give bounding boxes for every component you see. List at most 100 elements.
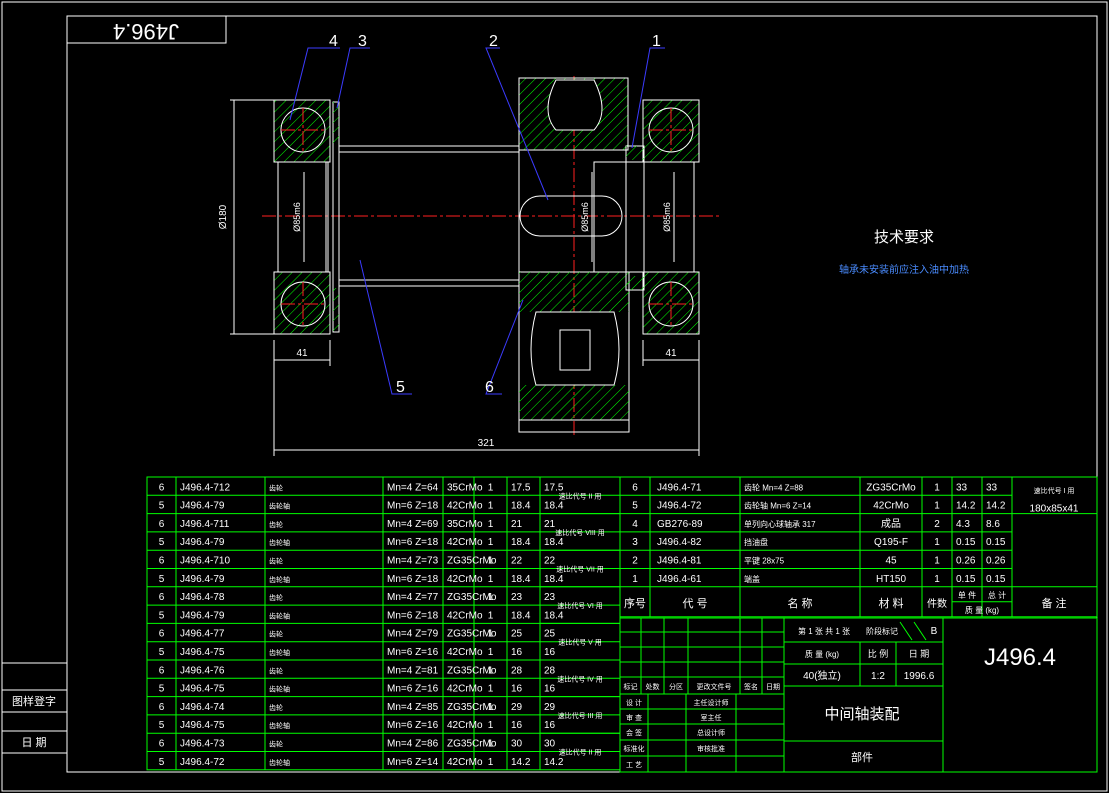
dim-shaft-left: Ø85m6: [292, 202, 302, 232]
parts-header-remark: 备 注: [1041, 596, 1066, 610]
part-cell-code: J496.4-72: [657, 501, 702, 512]
variant-cell-material: 42CrMo: [447, 537, 483, 548]
variant-cell-param: Mn=6 Z=16: [387, 720, 439, 731]
signature-left: 审 查: [626, 713, 642, 722]
part-cell-qty: 1: [934, 574, 940, 585]
tech-req-heading: 技术要求: [874, 229, 934, 246]
part-cell-qty: 1: [934, 556, 940, 567]
right-bearing-bottom: [642, 271, 700, 335]
dim-outer-diameter: Ø180: [218, 204, 229, 229]
variant-cell-code: J496.4-75: [180, 647, 225, 658]
variant-cell-code: J496.4-710: [180, 556, 230, 567]
variant-cell-name: 齿轮轴: [269, 538, 290, 547]
parts-header-unit: 单 件: [958, 590, 976, 600]
part-cell-no: 2: [632, 556, 638, 567]
variant-cell-unit: 18.4: [511, 501, 531, 512]
variant-cell-name: 齿轮: [269, 740, 283, 749]
part-cell-name: 齿轮 Mn=4 Z=88: [744, 482, 804, 492]
signature-right: 审核批准: [697, 744, 725, 753]
parts-header-material: 材 料: [878, 596, 903, 610]
part-cell-unit: 0.26: [956, 556, 976, 567]
variant-cell-code: J496.4-74: [180, 702, 225, 713]
variant-cell-no: 5: [159, 684, 165, 695]
parts-header-total: 总 计: [988, 590, 1006, 600]
rev-header: 签名: [744, 682, 758, 691]
part-cell-total: 8.6: [986, 519, 1000, 530]
part-cell-total: 0.26: [986, 556, 1006, 567]
variant-cell-unit: 22: [511, 556, 523, 567]
title-sheet: 第 1 张 共 1 张: [798, 626, 850, 636]
variant-group-label: 速比代号 V 用: [558, 638, 602, 647]
title-weight-value: 40(独立): [803, 669, 841, 682]
variant-cell-no: 5: [159, 610, 165, 621]
variant-group-label: 速比代号 VII 用: [556, 565, 603, 574]
variant-cell-qty: 1: [488, 501, 494, 512]
left-bearing-top: [273, 99, 331, 163]
variant-cell-unit: 21: [511, 519, 523, 530]
variant-table: 6 J496.4-712 齿轮 Mn=4 Z=64 35CrMo 1 17.5 17.5 5 J4…: [146, 476, 621, 771]
part-cell-name: 单列向心球轴承 317: [744, 519, 816, 529]
part-cell-qty: 1: [934, 482, 940, 493]
parts-remark-label: 速比代号 I 用: [1034, 486, 1075, 495]
variant-cell-total: 18.4: [544, 537, 564, 548]
variant-cell-unit: 28: [511, 665, 523, 676]
part-cell-name: 齿轮轴 Mn=6 Z=14: [744, 501, 812, 511]
tech-req-note: 轴承未安装前应注入油中加热: [839, 263, 969, 276]
side-label-1: 图样登字: [12, 694, 56, 708]
signature-left: 工 艺: [626, 761, 642, 769]
variant-cell-total: 22: [544, 556, 556, 567]
variant-cell-no: 5: [159, 757, 165, 768]
part-cell-no: 3: [632, 537, 638, 548]
variant-cell-no: 6: [159, 482, 165, 493]
part-cell-total: 14.2: [986, 501, 1006, 512]
part-cell-no: 1: [632, 574, 638, 585]
part-cell-unit: 0.15: [956, 537, 976, 548]
part-cell-name: 平键 28x75: [744, 556, 785, 566]
variant-cell-name: 齿轮轴: [269, 611, 290, 620]
signature-left: 标准化: [624, 744, 645, 753]
title-subtitle: 部件: [851, 750, 873, 764]
part-cell-material: 42CrMo: [873, 501, 909, 512]
part-cell-total: 0.15: [986, 574, 1006, 585]
variant-cell-material: 42CrMo: [447, 757, 483, 768]
variant-group-label: 速比代号 IV 用: [557, 674, 603, 683]
variant-cell-param: Mn=4 Z=81: [387, 665, 439, 676]
variant-cell-param: Mn=4 Z=77: [387, 592, 439, 603]
variant-cell-name: 齿轮轴: [269, 721, 290, 730]
variant-cell-unit: 16: [511, 684, 523, 695]
variant-cell-total: 16: [544, 647, 556, 658]
variant-cell-material: 35CrMo: [447, 519, 483, 530]
variant-cell-material: 35CrMo: [447, 482, 483, 493]
variant-cell-param: Mn=4 Z=79: [387, 629, 439, 640]
dim-shaft-right: Ø85m6: [662, 202, 672, 232]
variant-cell-name: 齿轮: [269, 703, 283, 712]
balloon-3: 3: [358, 33, 367, 50]
variant-cell-no: 6: [159, 702, 165, 713]
signature-right: 总设计师: [697, 728, 725, 737]
variant-group-label: 速比代号 III 用: [558, 711, 603, 720]
variant-cell-param: Mn=6 Z=16: [387, 647, 439, 658]
part-cell-qty: 2: [934, 519, 940, 530]
balloon-2: 2: [489, 33, 498, 50]
variant-cell-qty: 1: [488, 537, 494, 548]
variant-cell-param: Mn=6 Z=16: [387, 684, 439, 695]
variant-cell-unit: 29: [511, 702, 523, 713]
balloon-1: 1: [652, 33, 661, 50]
variant-cell-code: J496.4-712: [180, 482, 230, 493]
dim-shaft-center: Ø85m6: [580, 202, 590, 232]
variant-cell-qty: 1: [488, 519, 494, 530]
left-bearing-inner: [277, 161, 329, 273]
signature-right: 室主任: [701, 713, 722, 722]
title-scale-value: 1:2: [871, 671, 885, 682]
variant-cell-name: 齿轮: [269, 666, 283, 675]
dim-right-bearing-width: 41: [665, 348, 677, 359]
part-cell-unit: 4.3: [956, 519, 970, 530]
balloon-4: 4: [329, 33, 338, 50]
variant-cell-qty: 1: [488, 702, 494, 713]
variant-cell-total: 18.4: [544, 574, 564, 585]
title-version-label: 阶段标记: [866, 626, 898, 636]
variant-cell-material: 42CrMo: [447, 574, 483, 585]
rev-header: 标记: [624, 682, 638, 691]
variant-cell-code: J496.4-79: [180, 537, 225, 548]
variant-cell-code: J496.4-79: [180, 574, 225, 585]
